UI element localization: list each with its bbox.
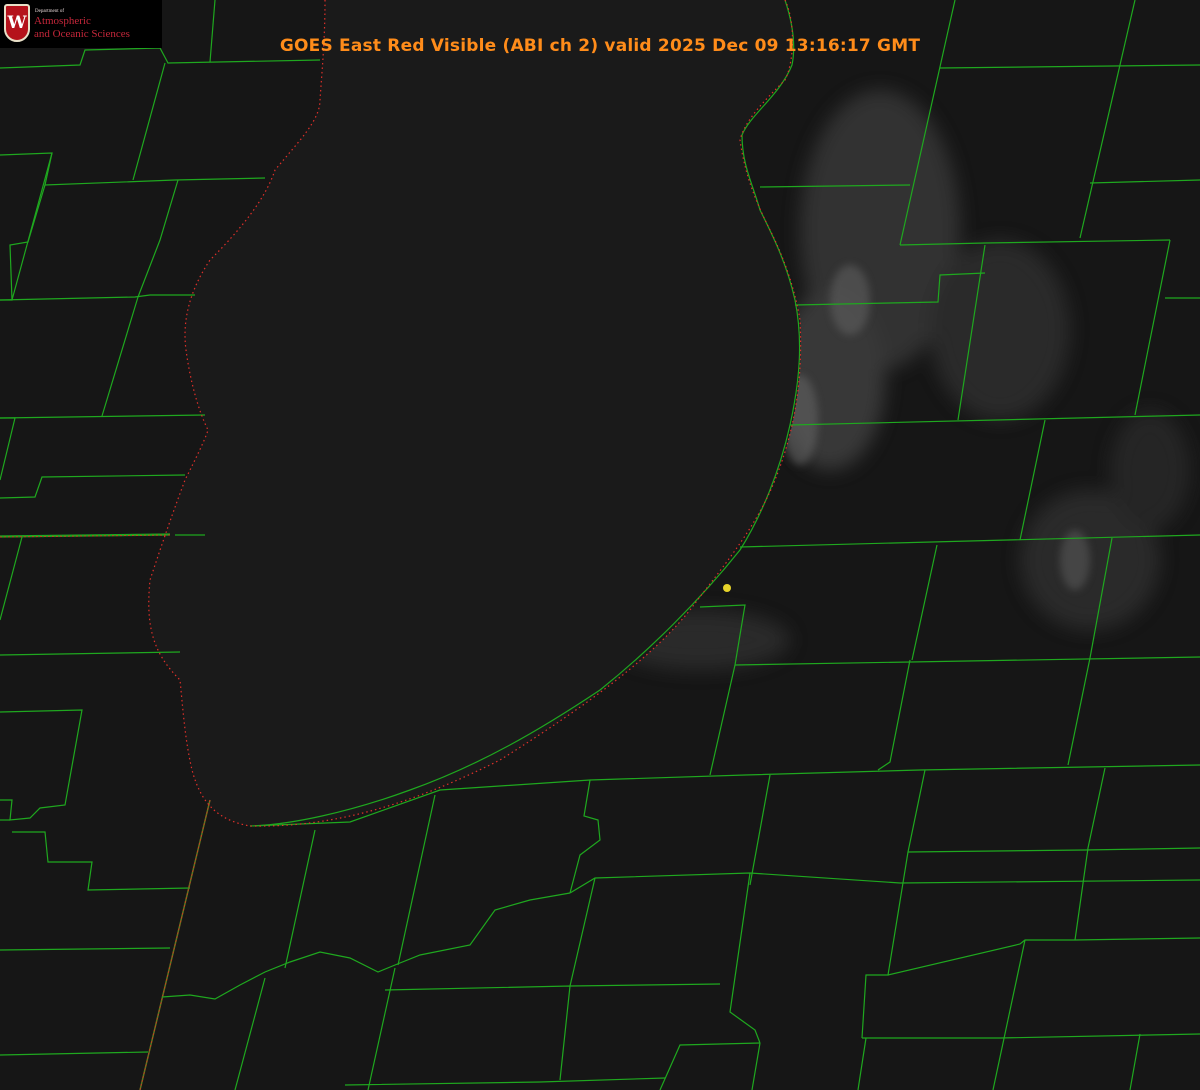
satellite-map xyxy=(0,0,1200,1090)
station-marker xyxy=(723,584,731,592)
logo-line-1: Atmospheric xyxy=(34,15,91,27)
logo-department: Department of xyxy=(35,9,65,14)
image-title: GOES East Red Visible (ABI ch 2) valid 2… xyxy=(279,36,921,56)
